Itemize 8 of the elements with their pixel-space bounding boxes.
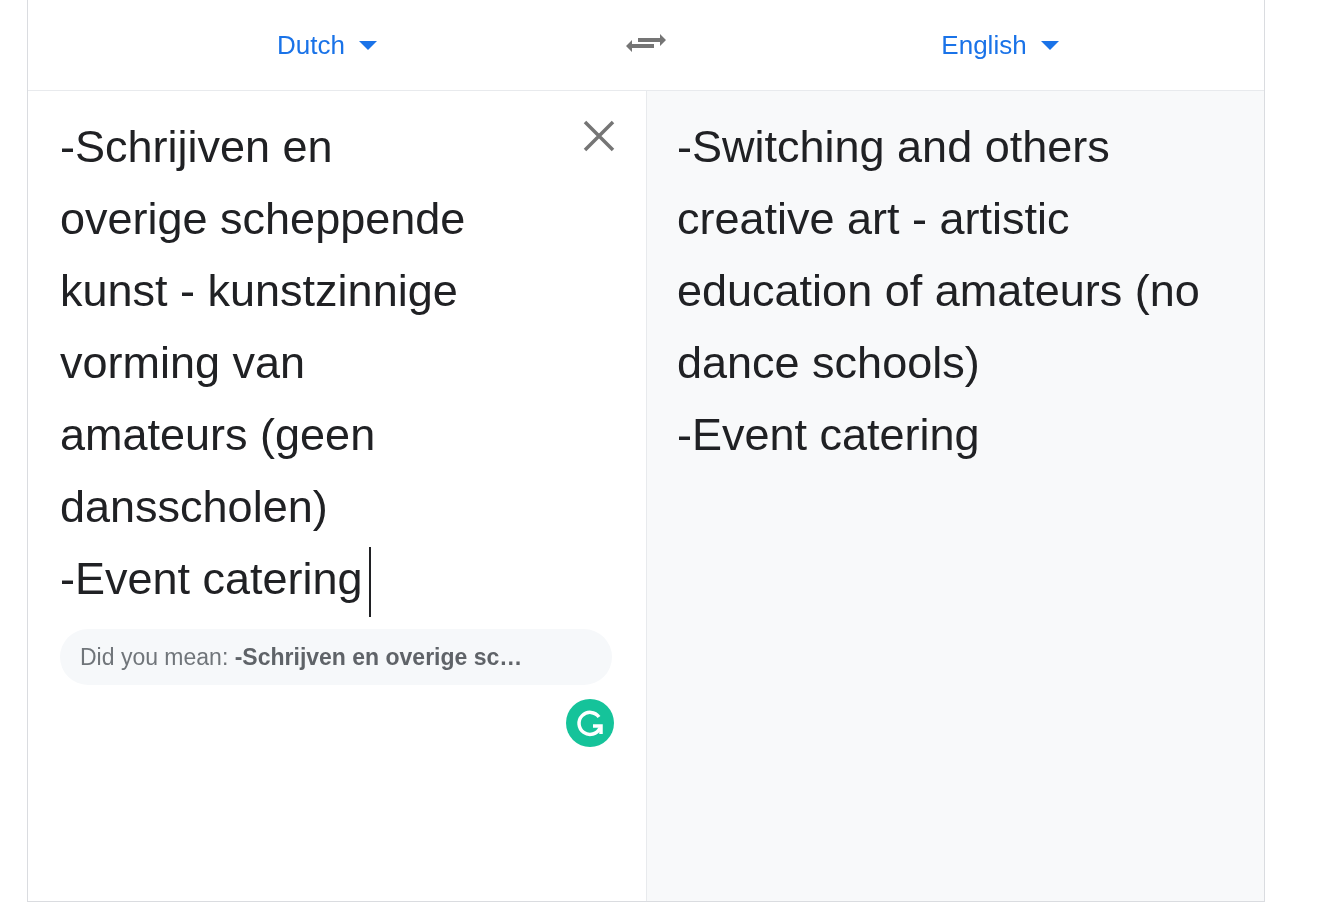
dropdown-arrow-icon	[1040, 40, 1059, 50]
source-language-dropdown[interactable]: Dutch	[277, 29, 377, 61]
clear-text-button[interactable]	[582, 119, 616, 153]
did-you-mean-suggestion[interactable]: Did you mean: -Schrijven en overige sc…	[60, 629, 612, 686]
translation-text: -Switching and others creative art - artistic education of amateurs (no dance schools) -Event catering	[677, 120, 1201, 462]
dropdown-arrow-icon	[358, 40, 377, 50]
target-language-dropdown[interactable]: English	[941, 29, 1059, 61]
source-text-input[interactable]: -Schrijiven en overige scheppende kunst - kunstzinnige vorming van amateurs (geen dansscholen) -Event catering	[60, 111, 480, 618]
